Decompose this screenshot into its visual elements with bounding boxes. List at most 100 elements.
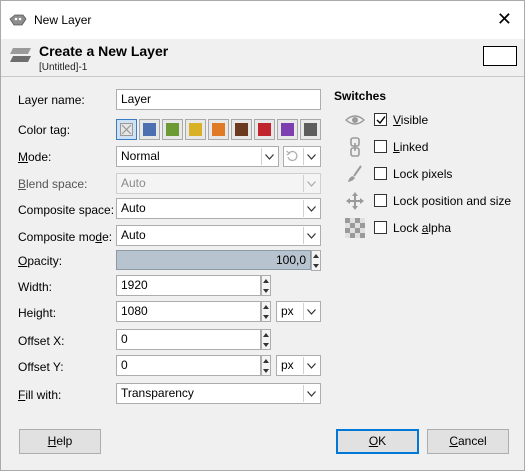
reset-icon	[286, 150, 298, 162]
new-layer-dialog: New Layer ✕ Create a New Layer [Untitled…	[0, 0, 525, 471]
spin-down-icon[interactable]	[262, 312, 270, 321]
eye-icon	[345, 115, 365, 125]
offset-x-label: Offset X:	[18, 334, 65, 348]
opacity-spinner[interactable]	[311, 250, 321, 271]
window-title: New Layer	[34, 13, 92, 27]
switches-heading: Switches	[334, 89, 387, 103]
ok-button[interactable]: OK	[336, 429, 419, 454]
offset-y-spinner[interactable]	[261, 355, 271, 376]
title-bar: New Layer ✕	[1, 1, 524, 39]
chevron-down-icon	[303, 200, 319, 217]
color-tag-swatch	[143, 123, 156, 136]
chevron-down-icon	[303, 175, 319, 192]
color-tag-gray[interactable]	[300, 119, 321, 140]
layer-name-input[interactable]: Layer	[116, 89, 321, 110]
color-tag-none[interactable]	[116, 119, 137, 140]
color-tag-red[interactable]	[254, 119, 275, 140]
color-tag-violet[interactable]	[277, 119, 298, 140]
opacity-value: 100,0	[275, 253, 306, 267]
color-tag-swatch	[166, 123, 179, 136]
height-spinner[interactable]	[261, 301, 271, 322]
spin-up-icon[interactable]	[312, 251, 320, 260]
chevron-down-icon	[261, 148, 277, 165]
image-name: [Untitled]-1	[39, 62, 88, 73]
color-tag-swatch	[258, 123, 271, 136]
checkerboard-alpha-icon	[345, 218, 365, 238]
chevron-down-icon	[303, 227, 319, 244]
chevron-down-icon	[303, 303, 319, 320]
spin-down-icon[interactable]	[262, 340, 270, 349]
visible-checkbox[interactable]	[374, 113, 387, 126]
fill-with-label: Fill with:	[18, 388, 62, 402]
move-arrows-icon	[346, 192, 364, 210]
fill-with-select[interactable]: Transparency	[116, 383, 321, 404]
spin-up-icon[interactable]	[262, 302, 270, 311]
lock-alpha-checkbox[interactable]	[374, 221, 387, 234]
color-tag-brown[interactable]	[231, 119, 252, 140]
lock-pixels-checkbox[interactable]	[374, 167, 387, 180]
cancel-button[interactable]: Cancel	[427, 429, 509, 454]
opacity-slider[interactable]: 100,0	[116, 250, 311, 270]
spin-down-icon[interactable]	[262, 286, 270, 295]
blend-space-select[interactable]: Auto	[116, 173, 321, 194]
fill-with-value: Transparency	[121, 386, 194, 400]
lock-pixels-label[interactable]: Lock pixels	[393, 167, 452, 181]
composite-mode-value: Auto	[121, 228, 146, 242]
mode-select[interactable]: Normal	[116, 146, 279, 167]
color-tag-swatch	[189, 123, 202, 136]
visible-label[interactable]: Visible	[393, 113, 428, 127]
width-input[interactable]: 1920	[116, 275, 261, 296]
color-tag-label: Color tag:	[18, 123, 71, 137]
linked-checkbox[interactable]	[374, 140, 387, 153]
spin-up-icon[interactable]	[262, 356, 270, 365]
dialog-header: Create a New Layer [Untitled]-1	[1, 39, 524, 77]
composite-space-select[interactable]: Auto	[116, 198, 321, 219]
layer-name-label: Layer name:	[18, 93, 85, 107]
lock-position-label[interactable]: Lock position and size	[393, 194, 511, 208]
chain-link-icon	[350, 137, 360, 157]
blend-space-value: Auto	[121, 176, 146, 190]
spin-down-icon[interactable]	[312, 261, 320, 270]
offset-x-spinner[interactable]	[261, 329, 271, 350]
offset-x-input[interactable]: 0	[116, 329, 261, 350]
linked-label[interactable]: Linked	[393, 140, 428, 154]
new-layer-icon	[10, 48, 31, 62]
layer-preview-swatch	[483, 46, 517, 66]
opacity-label: Opacity:	[18, 254, 63, 268]
lock-position-checkbox[interactable]	[374, 194, 387, 207]
width-spinner[interactable]	[261, 275, 271, 296]
mode-reset-button[interactable]	[283, 146, 321, 167]
paintbrush-icon	[348, 165, 362, 182]
composite-space-value: Auto	[121, 201, 146, 215]
color-tag-green[interactable]	[162, 119, 183, 140]
spin-up-icon[interactable]	[262, 330, 270, 339]
size-unit-select[interactable]: px	[276, 301, 321, 322]
checkmark-icon	[376, 116, 386, 125]
header-separator	[1, 76, 524, 77]
offset-unit-select[interactable]: px	[276, 355, 321, 376]
spin-up-icon[interactable]	[262, 276, 270, 285]
composite-mode-select[interactable]: Auto	[116, 225, 321, 246]
composite-space-label: Composite space:	[18, 203, 115, 217]
color-tag-yellow[interactable]	[185, 119, 206, 140]
height-input[interactable]: 1080	[116, 301, 261, 322]
color-tag-orange[interactable]	[208, 119, 229, 140]
height-label: Height:	[18, 306, 57, 320]
color-tag-swatch	[235, 123, 248, 136]
spin-down-icon[interactable]	[262, 366, 270, 375]
width-label: Width:	[18, 280, 53, 294]
dialog-heading: Create a New Layer	[39, 43, 169, 59]
color-tag-swatch	[212, 123, 225, 136]
color-tag-blue[interactable]	[139, 119, 160, 140]
help-button[interactable]: Help	[19, 429, 101, 454]
composite-mode-label: Composite mode:	[18, 230, 113, 244]
gimp-app-icon	[9, 14, 27, 26]
chevron-down-icon	[303, 385, 319, 402]
offset-y-input[interactable]: 0	[116, 355, 261, 376]
blend-space-label: Blend space:	[18, 177, 88, 191]
size-unit-value: px	[281, 304, 294, 318]
chevron-down-icon	[303, 357, 319, 374]
color-tag-swatch	[281, 123, 294, 136]
close-icon[interactable]: ✕	[497, 9, 512, 29]
lock-alpha-label[interactable]: Lock alpha	[393, 221, 451, 235]
